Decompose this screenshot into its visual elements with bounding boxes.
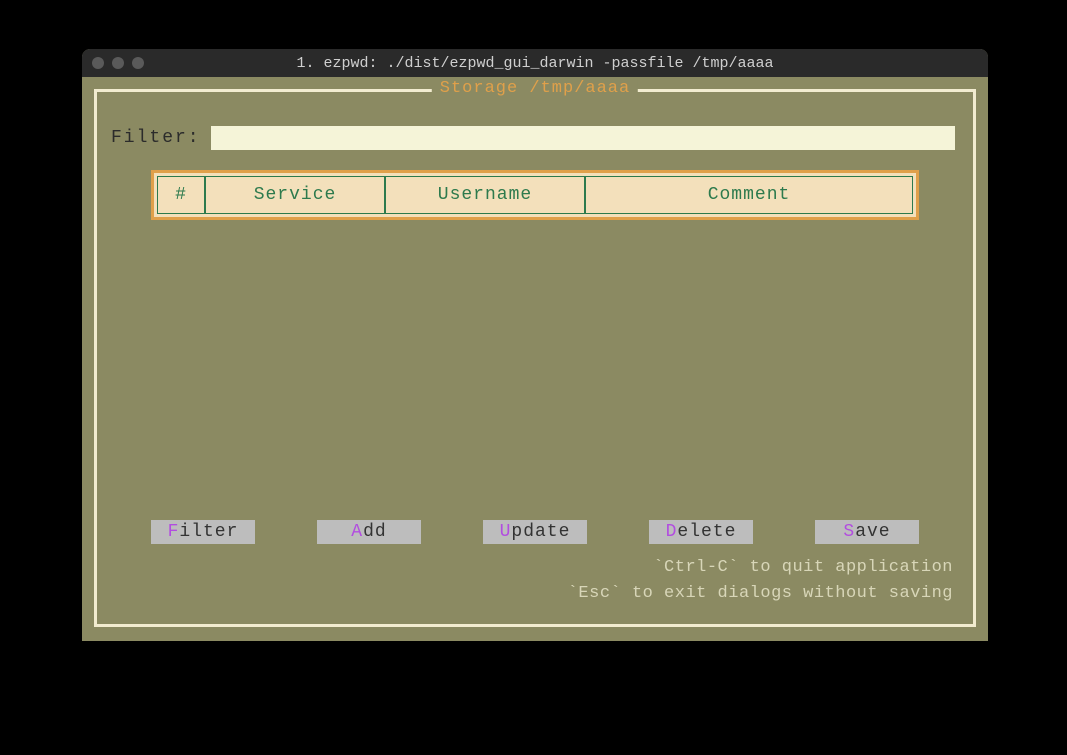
hotkey-letter: U: [500, 522, 512, 542]
password-table: # Service Username Comment: [151, 170, 919, 220]
hint-esc: `Esc` to exit dialogs without saving: [568, 581, 953, 607]
storage-title: Storage /tmp/aaaa: [432, 79, 638, 98]
hotkey-letter: S: [843, 522, 855, 542]
maximize-icon[interactable]: [132, 57, 144, 69]
column-header-service: Service: [205, 176, 385, 214]
window-title: 1. ezpwd: ./dist/ezpwd_gui_darwin -passf…: [82, 55, 988, 72]
keyboard-hints: `Ctrl-C` to quit application `Esc` to ex…: [568, 555, 953, 606]
button-label-rest: dd: [363, 522, 387, 542]
delete-button[interactable]: Delete: [649, 520, 753, 544]
save-button[interactable]: Save: [815, 520, 919, 544]
app-window: 1. ezpwd: ./dist/ezpwd_gui_darwin -passf…: [82, 49, 988, 641]
column-header-comment: Comment: [585, 176, 913, 214]
filter-row: Filter:: [111, 126, 955, 150]
filter-label: Filter:: [111, 128, 201, 148]
hint-quit: `Ctrl-C` to quit application: [568, 555, 953, 581]
button-label-rest: elete: [677, 522, 736, 542]
titlebar: 1. ezpwd: ./dist/ezpwd_gui_darwin -passf…: [82, 49, 988, 77]
hotkey-letter: D: [666, 522, 678, 542]
button-label-rest: ilter: [179, 522, 238, 542]
traffic-lights: [92, 57, 144, 69]
hotkey-letter: A: [351, 522, 363, 542]
filter-input[interactable]: [211, 126, 955, 150]
action-buttons: Filter Add Update Delete Save: [151, 520, 919, 544]
app-panel: Storage /tmp/aaaa Filter: # Service User…: [94, 89, 976, 627]
column-header-username: Username: [385, 176, 585, 214]
column-header-index: #: [157, 176, 205, 214]
update-button[interactable]: Update: [483, 520, 587, 544]
hotkey-letter: F: [168, 522, 180, 542]
button-label-rest: pdate: [511, 522, 570, 542]
close-icon[interactable]: [92, 57, 104, 69]
filter-button[interactable]: Filter: [151, 520, 255, 544]
add-button[interactable]: Add: [317, 520, 421, 544]
minimize-icon[interactable]: [112, 57, 124, 69]
table-header-row: # Service Username Comment: [157, 176, 913, 214]
button-label-rest: ave: [855, 522, 890, 542]
